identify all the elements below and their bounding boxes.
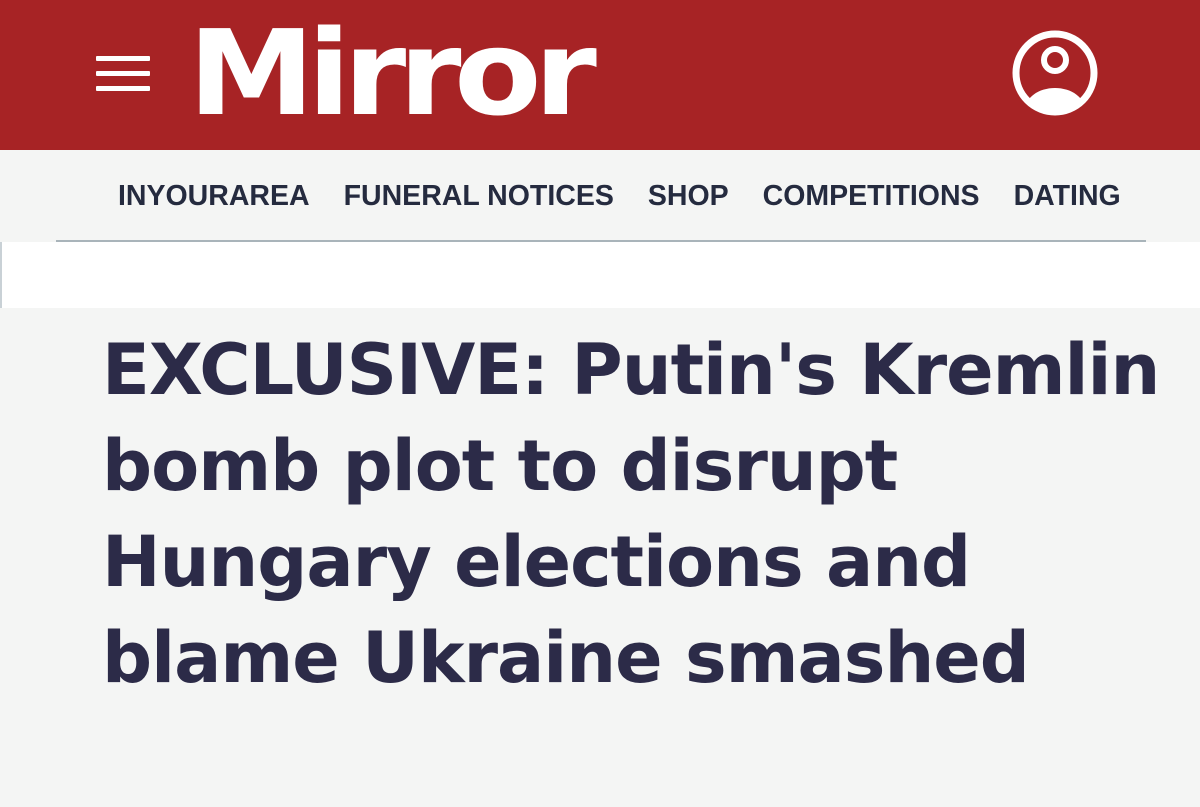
user-account-icon[interactable] [1010, 28, 1100, 118]
nav-item-competitions[interactable]: COMPETITIONS [763, 179, 980, 213]
hamburger-menu-icon[interactable] [96, 56, 152, 92]
site-header: Mirror [0, 0, 1200, 150]
ad-slot [0, 242, 1200, 308]
nav-item-inyourarea[interactable]: INYOURAREA [118, 179, 310, 213]
nav-item-funeral-notices[interactable]: FUNERAL NOTICES [344, 179, 614, 213]
nav-item-dating[interactable]: DATING [1014, 179, 1121, 213]
nav-item-shop[interactable]: SHOP [648, 179, 729, 213]
primary-nav: INYOURAREA FUNERAL NOTICES SHOP COMPETIT… [0, 150, 1200, 242]
article-headline: EXCLUSIVE: Putin's Kremlin bomb plot to … [102, 329, 1160, 699]
brand-logo[interactable]: Mirror [188, 5, 597, 142]
